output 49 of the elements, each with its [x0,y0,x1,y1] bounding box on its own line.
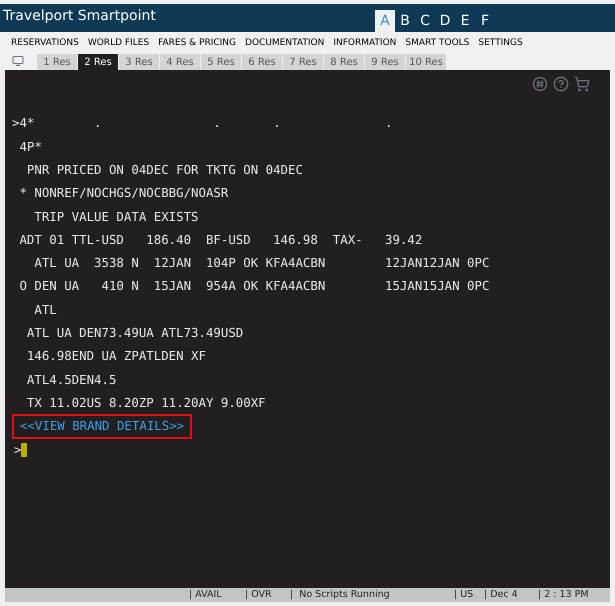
menu-item[interactable]: RESERVATIONS [11,37,79,51]
menu-item[interactable]: SETTINGS [478,37,523,51]
terminal-icon[interactable] [12,55,24,67]
status-item: | 2 : 13 PM [538,588,590,602]
terminal-line: ATL UA DEN73.49UA ATL73.49USD [26,324,244,342]
res-tab[interactable]: 4 Res [160,54,200,70]
res-tab[interactable]: 2 Res [78,54,118,70]
terminal-line: PNR PRICED ON 04DEC FOR TKTG ON 04DEC [26,160,303,179]
res-tab[interactable]: 6 Res [242,54,282,70]
status-item: | OVR [245,588,273,602]
res-tab[interactable]: 10 Res [406,54,446,70]
status-item: | AVAIL [189,588,223,602]
terminal-line: ADT 01 TTL-USD 186.40 BF-USD 146.98 TAX- 39.42 [18,230,422,249]
res-tab[interactable]: 5 Res [201,54,241,70]
menu-item[interactable]: WORLD FILES [88,37,150,51]
terminal-line: TX 11.02US 8.20ZP 11.20AY 9.00XF [26,394,266,412]
res-tab[interactable]: 7 Res [283,54,323,70]
menu-item[interactable]: INFORMATION [333,37,396,51]
menu-item[interactable]: DOCUMENTATION [245,37,324,51]
workspace-tab[interactable]: B [395,10,415,32]
terminal-line: ATL UA 3538 N 12JAN 104P OK KFA4ACBN 12JAN12JAN 0PC [33,254,490,272]
terminal-line: ATL4.5DEN4.5 [26,370,116,389]
terminal-line: O DEN UA 410 N 15JAN 954A OK KFA4ACBN 15JAN15JAN 0PC [18,277,490,296]
terminal-line: * NONREF/NOCHGS/NOCBBG/NOASR [18,184,228,202]
command-prompt: > [14,440,22,458]
hash-icon[interactable] [532,76,548,92]
status-item: | Dec 4 [484,588,519,602]
brand-details-link[interactable]: <<VIEW BRAND DETAILS>> [12,414,192,439]
res-tab[interactable]: 3 Res [119,54,159,70]
cart-icon[interactable] [574,76,590,92]
status-item: | No Scripts Running [290,588,391,602]
res-tab[interactable]: 8 Res [324,54,364,70]
workspace-tab[interactable]: D [435,10,455,32]
terminal-line: ATL [33,300,57,319]
terminal-line: >4* . . . . [12,114,392,132]
menu-item[interactable]: SMART TOOLS [405,37,470,51]
terminal-line: TRIP VALUE DATA EXISTS [33,208,198,226]
terminal-line: 146.98END UA ZPATLDEN XF [26,347,206,366]
workspace-tab[interactable]: F [475,10,495,32]
terminal-line: 4P* [18,138,42,156]
res-tab[interactable]: 1 Res [37,54,77,70]
menu-item[interactable]: FARES & PRICING [158,37,236,51]
workspace-tab[interactable]: E [455,10,475,32]
cursor [21,442,28,457]
workspace-tab[interactable]: C [415,10,435,32]
status-item: | US [454,588,474,602]
res-tab[interactable]: 9 Res [365,54,405,70]
window-title: Travelport Smartpoint [3,7,157,26]
help-icon[interactable] [553,76,569,92]
